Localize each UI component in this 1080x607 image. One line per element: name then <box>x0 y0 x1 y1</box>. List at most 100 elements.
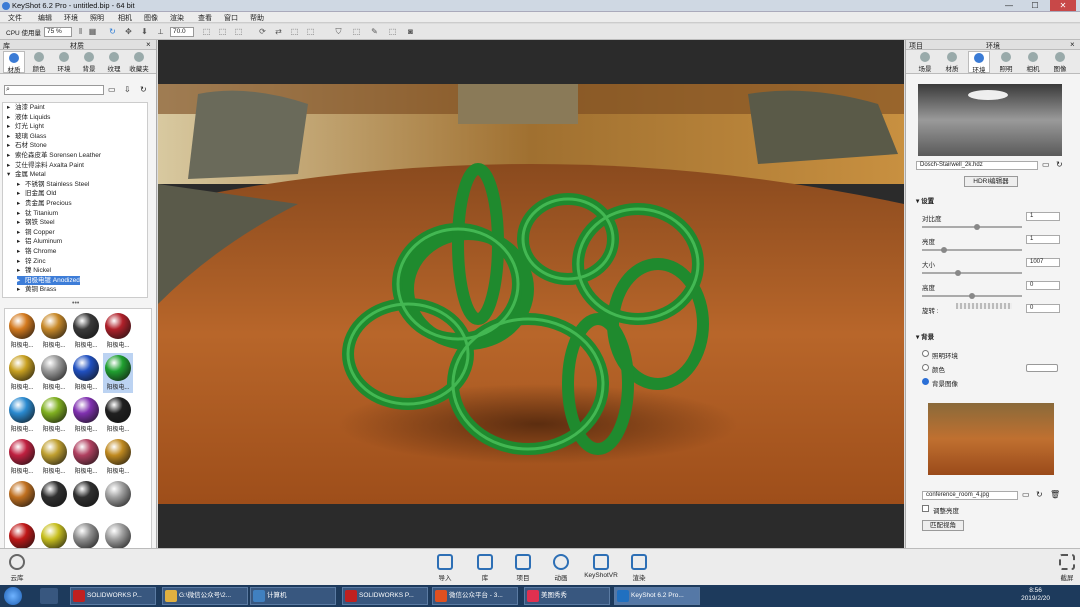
start-button[interactable] <box>4 587 22 605</box>
tree-item[interactable]: ▸ 旧金属 Old <box>17 189 56 199</box>
camera-icon[interactable]: ◙ <box>406 27 415 36</box>
setting-value-field[interactable]: 0 <box>1026 281 1060 290</box>
material-swatch[interactable]: 阳极电... <box>103 311 133 351</box>
radio-background-image[interactable] <box>922 378 929 385</box>
close-button[interactable]: ✕ <box>1050 0 1076 11</box>
refresh-icon[interactable]: ↻ <box>108 27 117 36</box>
material-swatch[interactable]: 阳极电... <box>39 311 69 351</box>
delete-icon[interactable]: 🗑 <box>1050 490 1060 499</box>
menu-camera[interactable]: 相机 <box>118 13 132 23</box>
settings-section-title[interactable]: ▾ 设置 <box>916 195 934 205</box>
tab-image[interactable]: 图像 <box>1049 51 1071 73</box>
hdri-file-field[interactable]: Dosch-Stairwell_2k.hdz <box>916 161 1038 170</box>
hdri-editor-button[interactable]: HDRI编辑器 <box>964 176 1018 187</box>
cloud-library-button[interactable]: 云库 <box>2 554 32 582</box>
pinned-app-icon[interactable] <box>40 588 58 604</box>
material-swatch[interactable]: 阳极电... <box>103 437 133 477</box>
expand-arrow-icon[interactable]: ▸ <box>17 218 20 228</box>
tab-favorites[interactable]: 收藏夹 <box>128 51 150 73</box>
tree-item[interactable]: ▸ 灯光 Light <box>7 122 44 132</box>
slider-knob[interactable] <box>940 247 947 253</box>
expand-arrow-icon[interactable]: ▸ <box>17 228 20 238</box>
menu-image[interactable]: 图像 <box>144 13 158 23</box>
scene-render[interactable] <box>158 84 904 504</box>
expand-arrow-icon[interactable]: ▸ <box>17 257 20 267</box>
setting-value-field[interactable]: 0 <box>1026 304 1060 313</box>
material-swatch[interactable]: 阳极电... <box>7 311 37 351</box>
setting-value-field[interactable]: 1 <box>1026 235 1060 244</box>
reset-icon[interactable]: ↻ <box>1036 490 1043 499</box>
expand-arrow-icon[interactable]: ▸ <box>7 161 10 171</box>
maximize-button[interactable]: ☐ <box>1022 0 1048 11</box>
setting-slider[interactable] <box>922 247 1022 253</box>
tab-environments[interactable]: 环境 <box>53 51 75 73</box>
expand-arrow-icon[interactable]: ▸ <box>7 151 10 161</box>
match-perspective-button[interactable]: 匹配视角 <box>922 520 964 531</box>
menu-view[interactable]: 查看 <box>198 13 212 23</box>
zoom-field[interactable]: 70.0 <box>170 27 194 37</box>
material-swatch[interactable]: 阳极电... <box>71 353 101 393</box>
tree-item[interactable]: ▸ 油漆 Paint <box>7 103 45 113</box>
tree-item[interactable]: ▸ 铜 Copper <box>17 228 55 238</box>
tree-item[interactable]: ▸ 液体 Liquids <box>7 113 50 123</box>
splitter-handle[interactable]: ••• <box>72 300 79 307</box>
tool-icon-3[interactable]: ⬚ <box>234 27 243 36</box>
minimize-button[interactable]: — <box>996 0 1022 11</box>
tree-item[interactable]: ▸ 镍 Nickel <box>17 266 51 276</box>
expand-arrow-icon[interactable]: ▸ <box>7 113 10 123</box>
tree-item[interactable]: ▸ 钛 Titanium <box>17 209 58 219</box>
tool-icon-5[interactable]: ⬚ <box>306 27 315 36</box>
pause-icon[interactable]: ‖ <box>76 27 85 36</box>
tree-item[interactable]: ▸ 阳极电镀 Anodized <box>17 275 80 286</box>
slider-knob[interactable] <box>969 293 975 299</box>
material-swatch[interactable]: 阳极电... <box>39 395 69 435</box>
tree-item[interactable]: ▸ 铬 Chrome <box>17 247 56 257</box>
material-swatch[interactable]: 阳极电... <box>39 353 69 393</box>
tab-scene[interactable]: 场景 <box>914 51 936 73</box>
menu-help[interactable]: 帮助 <box>250 13 264 23</box>
brush-icon[interactable]: ✎ <box>370 27 379 36</box>
search-input[interactable]: ⌕ <box>4 85 104 95</box>
setting-slider[interactable] <box>922 293 1022 299</box>
shield-icon[interactable]: ⛉ <box>334 27 343 36</box>
menu-edit[interactable]: 编辑 <box>38 13 52 23</box>
expand-arrow-icon[interactable]: ▸ <box>17 209 20 219</box>
tab-materials[interactable]: 材质 <box>3 51 25 74</box>
tab-lighting[interactable]: 照明 <box>995 51 1017 73</box>
tree-item[interactable]: ▸ 玻璃 Glass <box>7 132 46 142</box>
adjust-brightness-checkbox[interactable] <box>922 505 929 512</box>
material-swatch[interactable]: 阳极电... <box>7 437 37 477</box>
panel-close-icon[interactable]: × <box>146 40 151 49</box>
taskbar-item[interactable]: 计算机 <box>250 587 336 605</box>
taskbar-item[interactable]: SOLIDWORKS P... <box>342 587 428 605</box>
tab-textures[interactable]: 纹理 <box>103 51 125 73</box>
pan-icon[interactable]: ✥ <box>124 27 133 36</box>
material-swatch[interactable] <box>103 479 133 519</box>
expand-arrow-icon[interactable]: ▸ <box>7 141 10 151</box>
tree-item[interactable]: ▸ 锌 Zinc <box>17 257 46 267</box>
render-button[interactable]: 渲染 <box>624 554 654 582</box>
tree-item[interactable]: ▸ 索伦森皮革 Sorensen Leather <box>7 151 101 161</box>
tool-icon-1[interactable]: ⬚ <box>202 27 211 36</box>
import-button[interactable]: 导入 <box>430 554 460 582</box>
setting-slider[interactable] <box>922 270 1022 276</box>
menu-lighting[interactable]: 照明 <box>90 13 104 23</box>
screenshot-button[interactable]: 截屏 <box>1052 554 1080 582</box>
tab-colors[interactable]: 颜色 <box>28 51 50 73</box>
radio-color[interactable] <box>922 364 929 371</box>
expand-arrow-icon[interactable]: ▸ <box>17 189 20 199</box>
menu-window[interactable]: 窗口 <box>224 13 238 23</box>
folder-icon[interactable]: ▭ <box>108 85 116 94</box>
tool-icon-2[interactable]: ⬚ <box>218 27 227 36</box>
setting-value-field[interactable]: 1007 <box>1026 258 1060 267</box>
animation-button[interactable]: 动画 <box>546 554 576 582</box>
tree-item[interactable]: ▸ 石材 Stone <box>7 141 47 151</box>
setting-value-field[interactable]: 1 <box>1026 212 1060 221</box>
project-button[interactable]: 项目 <box>508 554 538 582</box>
move-icon[interactable]: ⇄ <box>274 27 283 36</box>
tree-item[interactable]: ▸ 不锈钢 Stainless Steel <box>17 180 89 190</box>
tool-icon-6[interactable]: ⬚ <box>352 27 361 36</box>
import-icon[interactable]: ⇩ <box>124 85 131 94</box>
panel-close-icon[interactable]: × <box>1070 40 1075 49</box>
tab-environment[interactable]: 环境 <box>968 51 990 74</box>
